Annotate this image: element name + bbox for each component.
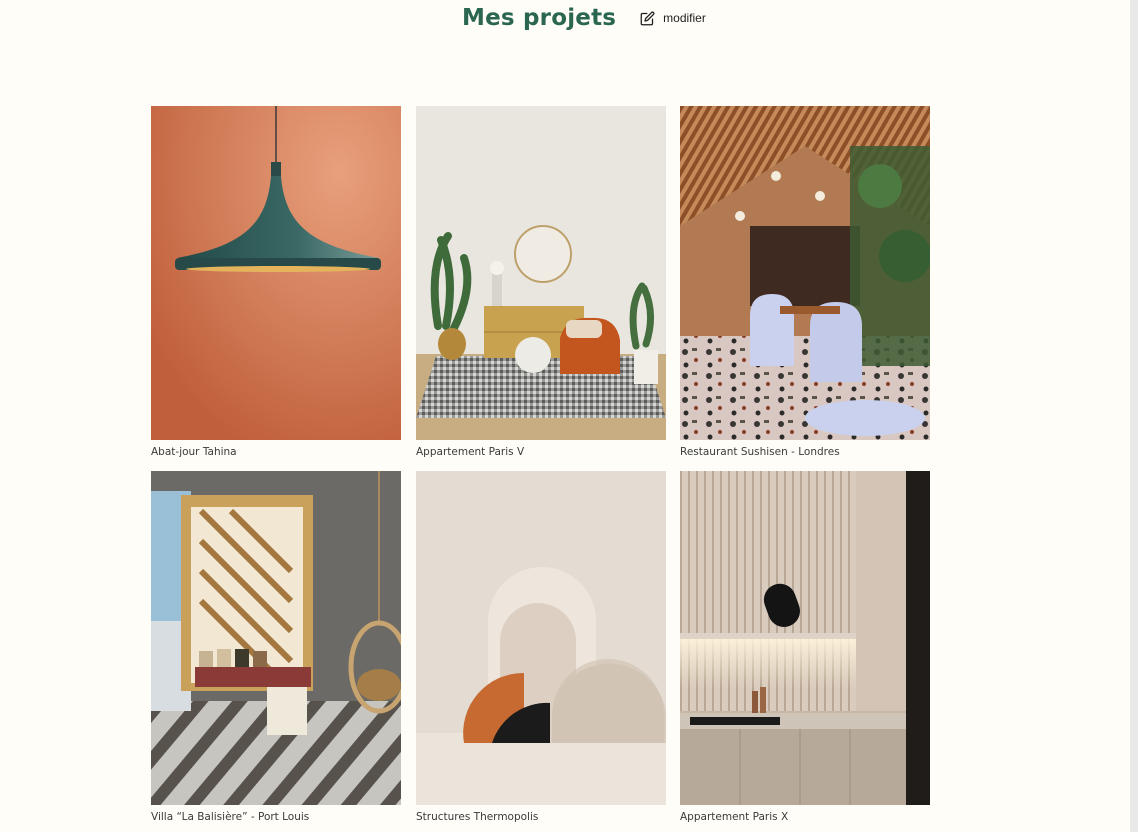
- project-card[interactable]: Villa “La Balisière” - Port Louis: [151, 471, 401, 823]
- project-caption: Appartement Paris X: [680, 811, 789, 823]
- project-card[interactable]: Abat-jour Tahina: [151, 106, 401, 458]
- restaurant-photo: [680, 106, 930, 440]
- edit-icon: [640, 11, 655, 25]
- page-header: Mes projets modifier: [462, 0, 706, 36]
- page-title: Mes projets: [462, 5, 617, 31]
- project-card[interactable]: Restaurant Sushisen - Londres: [680, 106, 930, 458]
- project-caption: Abat-jour Tahina: [151, 446, 237, 458]
- pendant-lamp-photo: [151, 106, 401, 440]
- edit-label: modifier: [663, 11, 706, 25]
- arch-structures-photo: [416, 471, 666, 805]
- project-caption: Villa “La Balisière” - Port Louis: [151, 811, 310, 823]
- kitchen-photo: [680, 471, 930, 805]
- project-card[interactable]: Appartement Paris V: [416, 106, 666, 458]
- edit-button[interactable]: modifier: [640, 11, 706, 26]
- project-caption: Structures Thermopolis: [416, 811, 539, 823]
- living-room-photo: [416, 106, 666, 440]
- project-caption: Restaurant Sushisen - Londres: [680, 446, 840, 458]
- scrollbar[interactable]: [1130, 0, 1138, 832]
- project-caption: Appartement Paris V: [416, 446, 525, 458]
- villa-photo: [151, 471, 401, 805]
- project-card[interactable]: Structures Thermopolis: [416, 471, 666, 823]
- project-card[interactable]: Appartement Paris X: [680, 471, 930, 823]
